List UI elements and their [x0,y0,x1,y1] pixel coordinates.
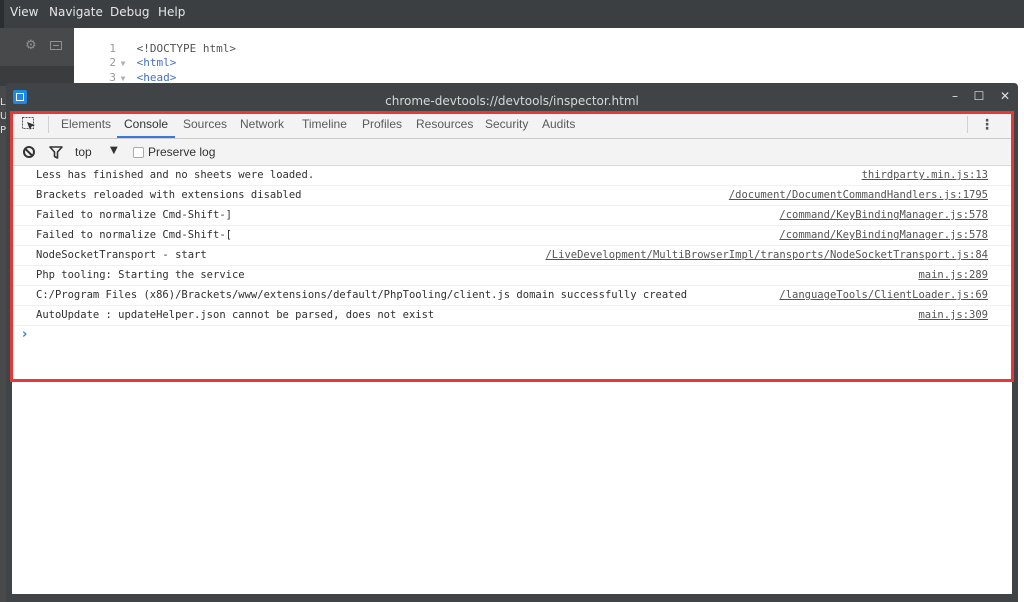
inspect-element-icon[interactable] [22,117,36,131]
source-link[interactable]: main.js:309 [918,306,988,324]
context-dropdown-arrow[interactable]: ▼ [110,145,118,156]
code-text: <!DOCTYPE html> [136,42,236,55]
source-link[interactable]: /command/KeyBindingManager.js:578 [779,206,988,224]
message-text: Php tooling: Starting the service [36,269,245,281]
console-messages: Less has finished and no sheets were loa… [12,166,1012,346]
console-message: Brackets reloaded with extensions disabl… [12,186,1012,206]
console-message: Failed to normalize Cmd-Shift-[ /command… [12,226,1012,246]
window-title: chrome-devtools://devtools/inspector.htm… [385,94,639,108]
console-message: Less has finished and no sheets were loa… [12,166,1012,186]
line-number: 2 [109,56,116,69]
menu-bar: View Navigate Debug Help [0,0,1024,28]
source-link[interactable]: /languageTools/ClientLoader.js:69 [779,286,988,304]
close-button[interactable]: ✕ [996,87,1014,105]
preserve-log-label[interactable]: Preserve log [148,145,215,159]
line-number: 1 [109,42,116,55]
console-prompt: › [12,326,1012,346]
gear-icon[interactable]: ⚙ [25,39,37,52]
prompt-chevron-icon: › [22,327,28,342]
message-text: Less has finished and no sheets were loa… [36,169,315,181]
source-link[interactable]: main.js:289 [918,266,988,284]
tab-audits[interactable]: Audits [542,111,575,138]
tab-network[interactable]: Network [240,111,284,138]
message-text: C:/Program Files (x86)/Brackets/www/exte… [36,289,688,301]
devtools-window: chrome-devtools://devtools/inspector.htm… [6,83,1018,602]
console-message: Failed to normalize Cmd-Shift-] /command… [12,206,1012,226]
menu-navigate[interactable]: Navigate [49,4,103,20]
message-text: AutoUpdate : updateHelper.json cannot be… [36,309,435,321]
tab-separator [967,116,968,133]
source-link[interactable]: /command/KeyBindingManager.js:578 [779,226,988,244]
source-link[interactable]: /document/DocumentCommandHandlers.js:179… [729,186,988,204]
devtools-panel: Elements Console Sources Network Timelin… [12,111,1012,594]
maximize-button[interactable]: ☐ [970,87,988,105]
source-link[interactable]: thirdparty.min.js:13 [862,166,988,184]
clear-console-icon[interactable] [23,146,35,158]
title-bar[interactable]: chrome-devtools://devtools/inspector.htm… [6,83,1018,109]
tab-elements[interactable]: Elements [61,111,111,138]
code-lines: 1 <!DOCTYPE html> 2 ▼ <html> 3 ▼ <head> [74,42,236,86]
console-toolbar: top ▼ Preserve log [12,139,1012,166]
context-selector[interactable]: top [75,145,92,159]
console-input[interactable] [36,326,990,346]
tab-sources[interactable]: Sources [183,111,227,138]
preserve-log-checkbox[interactable] [133,147,144,158]
tab-console[interactable]: Console [117,111,176,138]
console-message: AutoUpdate : updateHelper.json cannot be… [12,306,1012,326]
tab-timeline[interactable]: Timeline [302,111,347,138]
tab-separator [48,116,49,133]
message-text: NodeSocketTransport - start [36,249,207,261]
menu-view[interactable]: View [10,4,38,20]
devtools-tab-bar: Elements Console Sources Network Timelin… [12,111,1012,139]
more-options-icon[interactable]: ⋮ [980,117,994,133]
code-line: 1 <!DOCTYPE html> [74,42,236,56]
fold-arrow[interactable]: ▼ [116,57,130,71]
tab-profiles[interactable]: Profiles [362,111,402,138]
console-message: NodeSocketTransport - start /LiveDevelop… [12,246,1012,266]
sidebar-header: ⚙ [0,28,74,66]
message-text: Failed to normalize Cmd-Shift-] [36,209,232,221]
source-link[interactable]: /LiveDevelopment/MultiBrowserImpl/transp… [545,246,988,264]
code-line: 2 ▼ <html> [74,56,236,71]
console-message: Php tooling: Starting the service main.j… [12,266,1012,286]
menu-help[interactable]: Help [158,4,185,20]
menu-strip [0,0,4,28]
console-message: C:/Program Files (x86)/Brackets/www/exte… [12,286,1012,306]
menu-debug[interactable]: Debug [110,4,149,20]
tab-resources[interactable]: Resources [416,111,473,138]
code-text: <html> [136,56,177,69]
tab-security[interactable]: Security [485,111,528,138]
split-view-icon[interactable] [50,41,62,50]
message-text: Brackets reloaded with extensions disabl… [36,189,302,201]
message-text: Failed to normalize Cmd-Shift-[ [36,229,232,241]
minimize-button[interactable]: – [946,87,964,105]
filter-icon[interactable] [49,146,63,159]
